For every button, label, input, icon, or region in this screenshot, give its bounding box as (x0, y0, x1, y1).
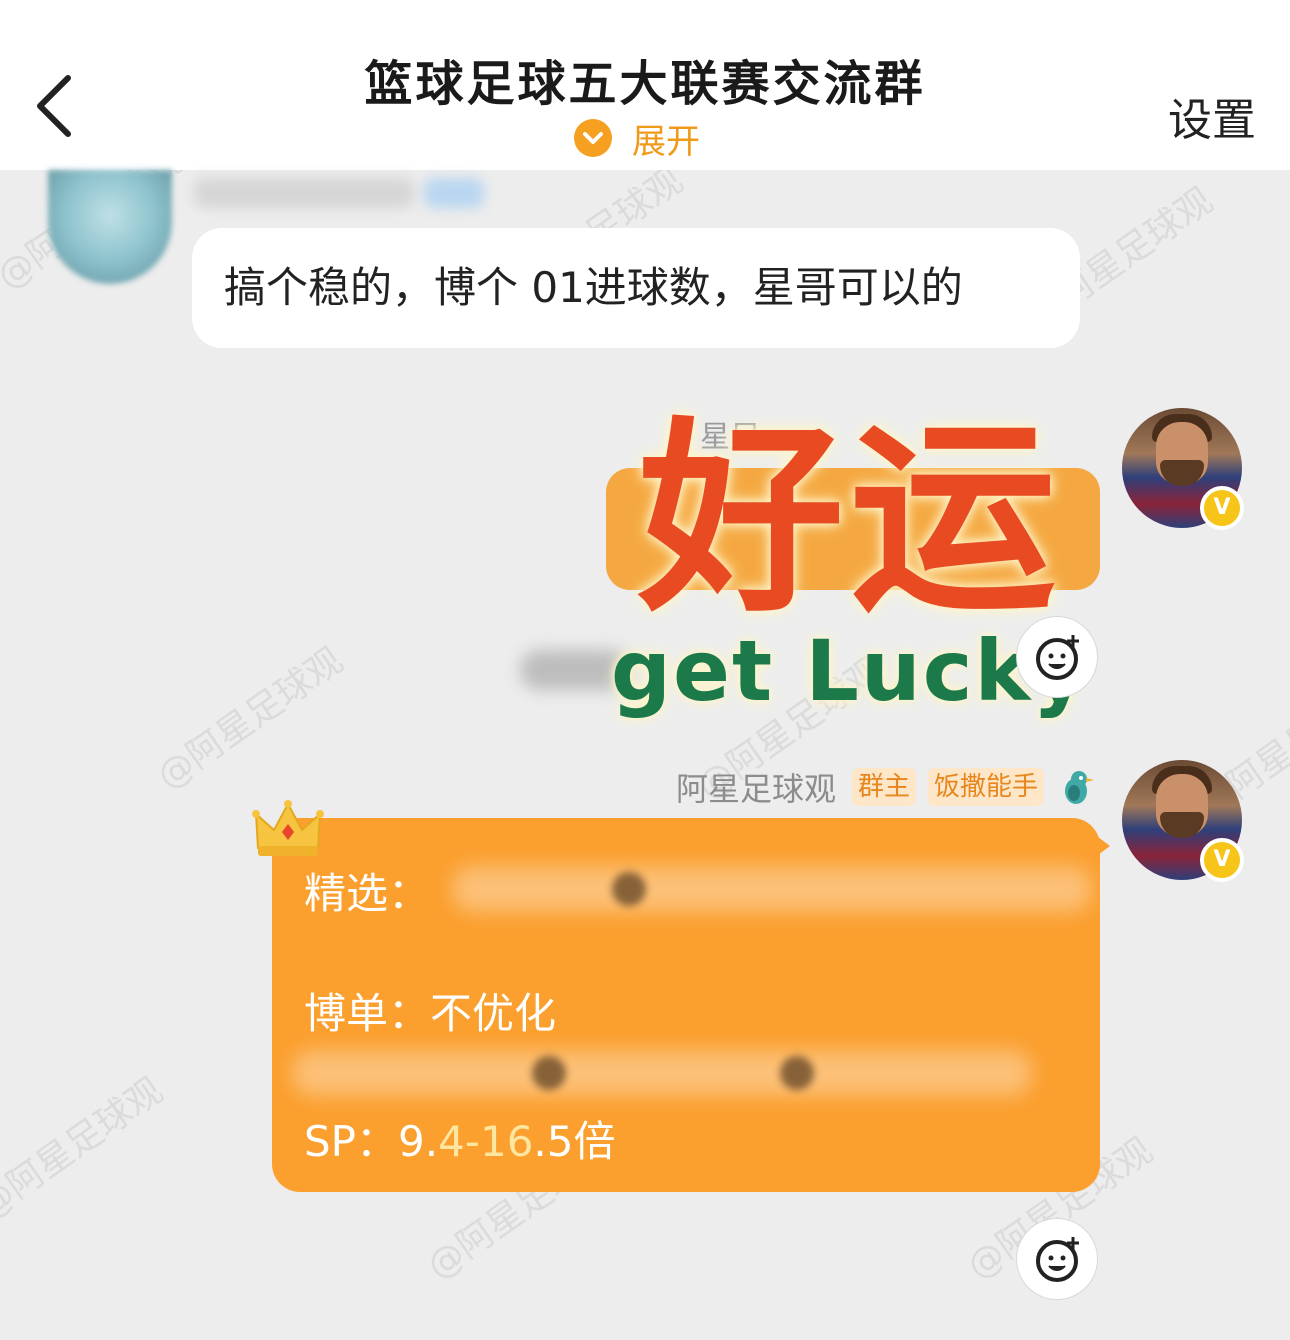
verified-badge-icon: V (1200, 486, 1244, 530)
pick-label: 精选： (304, 869, 431, 918)
blurred-text (452, 866, 1092, 912)
bird-badge-icon (1065, 771, 1094, 804)
emoji-add-icon (1036, 635, 1079, 680)
watermark: @阿星足球观 (149, 640, 351, 798)
expand-label: 展开 (632, 121, 700, 162)
message-bubble[interactable]: 精选： 博单：不优化 SP：9.4-16.5倍 (272, 818, 1100, 1192)
watermark: @阿星足球观 (0, 1070, 171, 1228)
message-text: 搞个稳的，博个 01进球数，星哥可以的 (224, 263, 963, 312)
sender-badge-blurred (424, 178, 484, 208)
expand-button[interactable]: 展开 (574, 116, 700, 162)
group-title: 篮球足球五大联赛交流群 (364, 56, 926, 112)
sticker-text-cn: 好运 (637, 400, 1062, 640)
bet-type-text: 博单：不优化 (304, 989, 557, 1038)
settings-button[interactable]: 设置 (1168, 84, 1256, 148)
emoji-add-icon (1036, 1237, 1079, 1282)
sender-name: 阿星足球观 (675, 770, 836, 808)
add-reaction-button[interactable] (1016, 1218, 1098, 1300)
sp-odds-text: SP：9.4-16.5倍 (304, 1117, 616, 1166)
chevron-down-icon (574, 119, 612, 157)
role-tag-title: 饭撒能手 (927, 768, 1044, 806)
verified-badge-icon: V (1200, 838, 1244, 882)
blurred-text (292, 1050, 1032, 1096)
add-reaction-button[interactable] (1016, 616, 1098, 698)
sender-name-blurred (194, 178, 414, 208)
chat-screen: @阿星足球观 @阿星足球观 @阿星足球观 @阿星足球观 @阿星足球观 @阿星足球… (0, 0, 1290, 1340)
role-tag-owner: 群主 (851, 768, 916, 806)
chat-header: 篮球足球五大联赛交流群 展开 设置 (0, 0, 1290, 170)
sender-row: 阿星足球观 群主 饭撒能手 (676, 764, 1096, 810)
crown-icon (252, 800, 324, 856)
avatar[interactable] (48, 170, 172, 284)
message-bubble[interactable]: 搞个稳的，博个 01进球数，星哥可以的 (192, 228, 1080, 348)
